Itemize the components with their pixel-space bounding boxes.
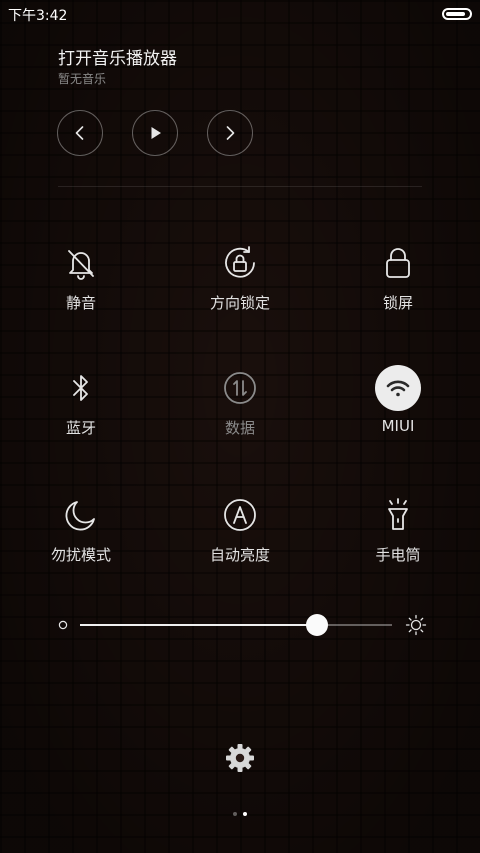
brightness-track[interactable] [80,614,392,636]
toggle-flashlight[interactable]: 手电筒 [343,492,453,582]
battery-icon [442,8,472,20]
page-indicator [0,812,480,816]
divider [58,186,422,187]
next-icon [226,126,235,140]
play-button[interactable] [132,110,178,156]
battery-level [446,12,466,16]
flashlight-icon [375,492,421,538]
music-player-subtitle: 暂无音乐 [58,72,107,86]
brightness-low-icon [58,620,68,630]
mobile-data-icon [217,365,263,411]
bell-off-icon [58,240,104,286]
settings-gear-icon[interactable] [224,742,256,774]
brightness-high-icon [405,614,427,636]
page-dot-2 [243,812,247,816]
toggle-flashlight-label: 手电筒 [375,546,421,564]
toggle-wifi-label: MIUI [381,417,415,435]
previous-icon [75,126,84,140]
toggle-auto-brightness[interactable]: 自动亮度 [185,492,295,582]
toggle-lock-screen-label: 锁屏 [382,294,413,312]
status-bar: 下午3:42 [0,0,480,28]
lock-icon [375,240,421,286]
toggle-lock-screen[interactable]: 锁屏 [343,240,453,330]
wifi-icon [375,365,421,411]
auto-brightness-icon [217,492,263,538]
toggle-mobile-data[interactable]: 数据 [185,365,295,455]
brightness-track-fill [80,624,318,626]
play-icon [151,127,161,139]
toggle-mute-label: 静音 [65,294,96,312]
toggle-bluetooth[interactable]: 蓝牙 [26,365,136,455]
moon-icon [58,492,104,538]
toggle-mobile-data-label: 数据 [224,419,255,437]
toggle-rotation-lock[interactable]: 方向锁定 [185,240,295,330]
brightness-slider[interactable] [58,612,428,638]
toggle-do-not-disturb[interactable]: 勿扰模式 [26,492,136,582]
rotation-lock-icon [217,240,263,286]
toggle-bluetooth-label: 蓝牙 [65,419,96,437]
page-dot-1 [233,812,237,816]
toggle-rotation-lock-label: 方向锁定 [209,294,270,312]
previous-button[interactable] [57,110,103,156]
brightness-knob[interactable] [306,614,329,636]
toggle-do-not-disturb-label: 勿扰模式 [50,546,111,564]
toggle-auto-brightness-label: 自动亮度 [209,546,270,564]
bluetooth-icon [58,365,104,411]
toggle-wifi[interactable]: MIUI [343,365,453,455]
status-time: 下午3:42 [8,8,68,24]
next-button[interactable] [207,110,253,156]
toggle-mute[interactable]: 静音 [26,240,136,330]
music-player-title[interactable]: 打开音乐播放器 [58,44,177,69]
